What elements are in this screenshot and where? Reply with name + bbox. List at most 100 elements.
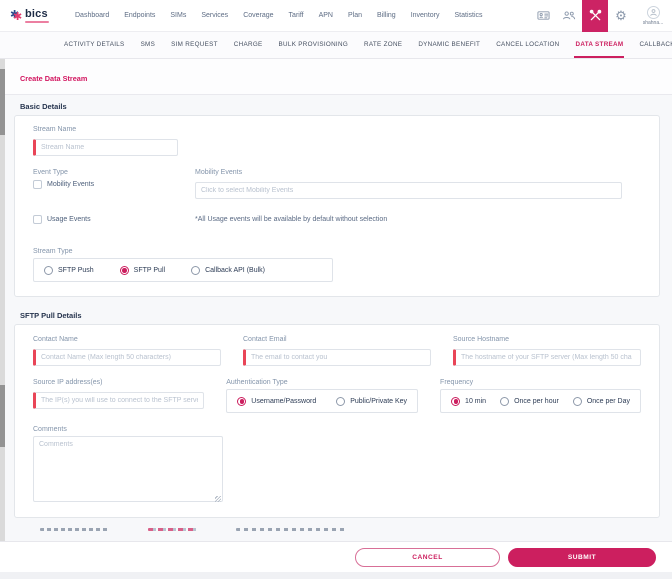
event-type-label: Event Type: [33, 169, 68, 176]
stream-type-radio-group: SFTP Push SFTP Pull Callback API (Bulk): [33, 258, 333, 282]
nav-tariff[interactable]: Tariff: [289, 12, 304, 19]
basic-details-heading: Basic Details: [20, 102, 67, 111]
header-icons: ⚙ shahna...: [530, 0, 672, 32]
event-type-group: Event Type Mobility Events: [33, 169, 191, 199]
nav-endpoints[interactable]: Endpoints: [124, 12, 155, 19]
tab-sim-request[interactable]: SIM REQUEST: [170, 32, 219, 58]
mobility-events-checkbox-row[interactable]: Mobility Events: [33, 180, 191, 189]
radio-selected-icon: [119, 265, 129, 275]
radio-once-per-day[interactable]: Once per Day: [572, 396, 630, 406]
source-ip-label: Source IP address(es): [33, 379, 103, 386]
radio-sftp-push[interactable]: SFTP Push: [44, 265, 94, 275]
main-nav: Dashboard Endpoints SIMs Services Covera…: [75, 12, 483, 19]
nav-billing[interactable]: Billing: [377, 12, 396, 19]
contact-name-input[interactable]: [33, 349, 221, 366]
contact-email-input[interactable]: [243, 349, 431, 366]
radio-10-min[interactable]: 10 min: [451, 396, 487, 406]
tab-activity-details[interactable]: ACTIVITY DETAILS: [63, 32, 126, 58]
user-name: shahna...: [642, 19, 664, 26]
frequency-group: Frequency 10 min Once per hour Once per …: [440, 379, 641, 413]
bics-logo-star-icon: ✱ ✱: [10, 9, 23, 23]
usage-events-note: *All Usage events will be available by d…: [195, 216, 388, 223]
radio-username-password[interactable]: Username/Password: [237, 396, 316, 406]
scrollbar-thumb[interactable]: [0, 385, 5, 447]
tab-bulk-provisioning[interactable]: BULK PROVISIONING: [278, 32, 349, 58]
tab-sms[interactable]: SMS: [140, 32, 157, 58]
content-area: Create Data Stream Basic Details Stream …: [0, 59, 672, 579]
mobility-events-select[interactable]: [195, 182, 622, 199]
radio-selected-icon: [451, 396, 461, 406]
nav-apn[interactable]: APN: [319, 12, 333, 19]
id-card-icon[interactable]: [530, 0, 556, 32]
stream-name-input[interactable]: [33, 139, 178, 156]
tab-rate-zone[interactable]: RATE ZONE: [363, 32, 403, 58]
radio-public-private-key[interactable]: Public/Private Key: [336, 396, 407, 406]
radio-once-per-hour[interactable]: Once per hour: [500, 396, 559, 406]
nav-dashboard[interactable]: Dashboard: [75, 12, 109, 19]
clipped-text-fragment: [148, 528, 198, 531]
radio-10-min-label: 10 min: [465, 397, 487, 405]
radio-once-per-day-label: Once per Day: [586, 397, 630, 405]
nav-inventory[interactable]: Inventory: [411, 12, 440, 19]
source-hostname-input[interactable]: [453, 349, 641, 366]
tab-data-stream[interactable]: DATA STREAM: [574, 32, 625, 58]
scrollbar-thumb[interactable]: [0, 69, 5, 135]
radio-selected-icon: [237, 396, 247, 406]
radio-icon: [336, 396, 346, 406]
nav-sims[interactable]: SIMs: [170, 12, 186, 19]
users-icon[interactable]: [556, 0, 582, 32]
usage-events-checkbox-row[interactable]: Usage Events: [33, 215, 191, 224]
basic-details-panel: Stream Name Event Type Mobility Events M…: [14, 115, 660, 297]
contact-email-label: Contact Email: [243, 336, 287, 343]
stream-type-group: Stream Type SFTP Push SFTP Pull Callback…: [33, 248, 641, 282]
comments-textarea[interactable]: [33, 436, 223, 502]
nav-plan[interactable]: Plan: [348, 12, 362, 19]
tab-cancel-location[interactable]: CANCEL LOCATION: [495, 32, 560, 58]
source-ip-group: Source IP address(es): [33, 379, 205, 413]
user-menu[interactable]: shahna...: [636, 5, 670, 26]
radio-icon: [500, 396, 510, 406]
contact-name-label: Contact Name: [33, 336, 78, 343]
source-ip-input[interactable]: [33, 392, 205, 409]
page-title: Create Data Stream: [20, 74, 88, 83]
top-header: ✱ ✱ bics Dashboard Endpoints SIMs Service…: [0, 0, 672, 32]
tab-charge[interactable]: CHARGE: [233, 32, 264, 58]
clipped-text-row: [40, 527, 672, 535]
cancel-button[interactable]: CANCEL: [355, 547, 500, 567]
tab-callback-api[interactable]: CALLBACK API: [638, 32, 672, 58]
tools-icon-active-tab[interactable]: [582, 0, 608, 32]
authentication-type-label: Authentication Type: [226, 379, 288, 386]
comments-label: Comments: [33, 426, 67, 433]
textarea-resize-handle[interactable]: [215, 496, 221, 502]
service-tabs: ACTIVITY DETAILS SMS SIM REQUEST CHARGE …: [0, 32, 672, 59]
stream-name-label: Stream Name: [33, 126, 77, 133]
radio-icon: [191, 265, 201, 275]
bics-logo-tagline: [25, 20, 49, 23]
nav-statistics[interactable]: Statistics: [455, 12, 483, 19]
nav-services[interactable]: Services: [201, 12, 228, 19]
radio-sftp-pull-label: SFTP Pull: [133, 266, 166, 274]
radio-callback-api-bulk[interactable]: Callback API (Bulk): [191, 265, 265, 275]
left-scrollbar-track[interactable]: [0, 59, 5, 579]
mobility-events-checkbox[interactable]: [33, 180, 42, 189]
usage-events-checkbox-label: Usage Events: [47, 216, 91, 223]
sftp-pull-details-heading: SFTP Pull Details: [20, 311, 82, 320]
usage-events-checkbox[interactable]: [33, 215, 42, 224]
nav-coverage[interactable]: Coverage: [243, 12, 273, 19]
sftp-pull-details-panel: Contact Name Contact Email Source Hostna…: [14, 324, 660, 518]
source-hostname-label: Source Hostname: [453, 336, 510, 343]
app-window: ✱ ✱ bics Dashboard Endpoints SIMs Service…: [0, 0, 672, 579]
tab-dynamic-benefit[interactable]: DYNAMIC BENEFIT: [417, 32, 481, 58]
mobility-events-select-label: Mobility Events: [195, 169, 243, 176]
bics-logo[interactable]: ✱ ✱ bics: [10, 8, 49, 23]
radio-callback-api-bulk-label: Callback API (Bulk): [205, 266, 265, 274]
submit-button[interactable]: SUBMIT: [508, 547, 656, 567]
gear-icon[interactable]: ⚙: [608, 0, 634, 32]
authentication-type-group: Authentication Type Username/Password Pu…: [226, 379, 419, 413]
authentication-type-radio-group: Username/Password Public/Private Key: [226, 389, 419, 413]
contact-email-group: Contact Email: [243, 336, 431, 366]
frequency-label: Frequency: [440, 379, 474, 386]
comments-group: Comments: [33, 426, 641, 507]
stream-name-group: Stream Name: [33, 126, 183, 156]
radio-sftp-pull[interactable]: SFTP Pull: [119, 265, 166, 275]
